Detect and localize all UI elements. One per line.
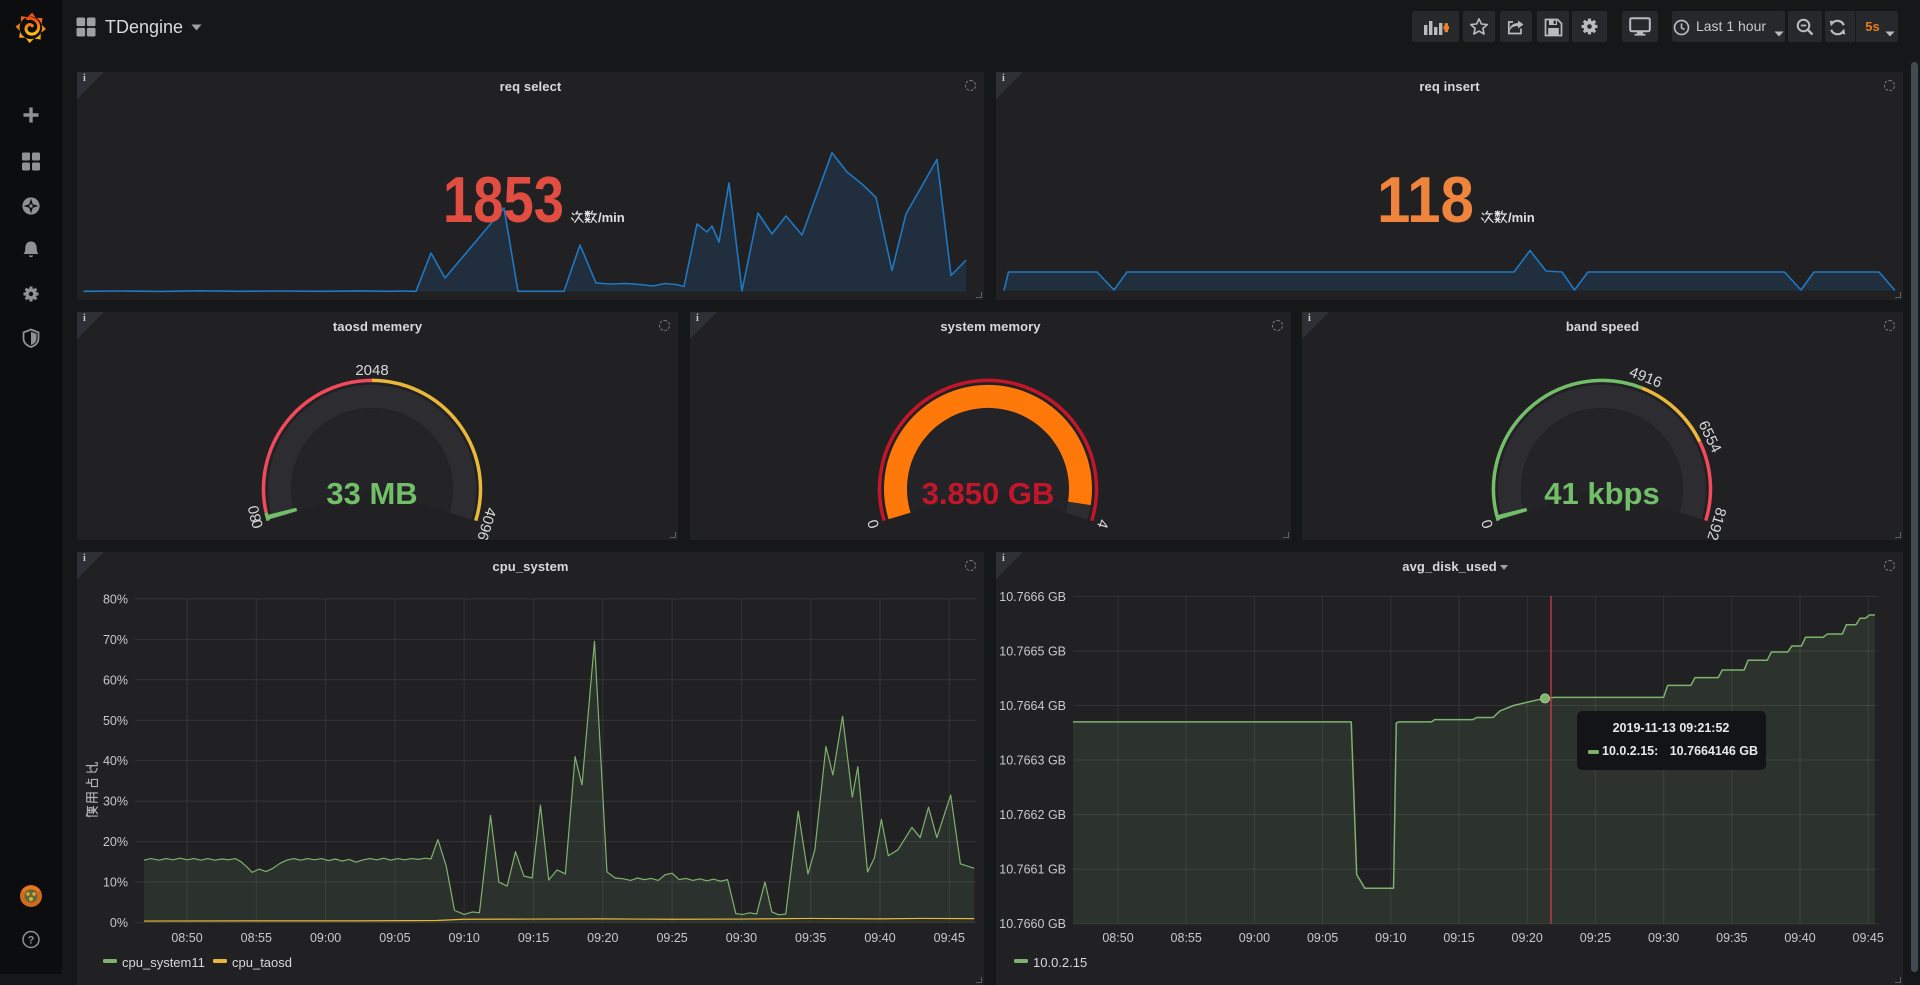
svg-text:4916: 4916 (1627, 363, 1664, 391)
svg-text:09:05: 09:05 (379, 931, 410, 945)
svg-text:09:25: 09:25 (1580, 931, 1611, 945)
svg-text:cpu_taosd: cpu_taosd (232, 955, 292, 970)
svg-text:70%: 70% (103, 632, 128, 646)
svg-text:3.850 GB: 3.850 GB (922, 475, 1055, 510)
svg-text:09:20: 09:20 (1512, 931, 1543, 945)
svg-text:09:25: 09:25 (656, 931, 687, 945)
svg-text:1853: 1853 (443, 163, 564, 236)
svg-text:09:35: 09:35 (1716, 931, 1747, 945)
svg-text:09:35: 09:35 (795, 931, 826, 945)
svg-text:?: ? (28, 935, 35, 947)
svg-text:08:50: 08:50 (171, 931, 202, 945)
svg-text:60%: 60% (103, 673, 128, 687)
svg-text:10.7664146 GB: 10.7664146 GB (1670, 744, 1758, 758)
svg-text:09:40: 09:40 (864, 931, 895, 945)
svg-text:10.0.2.15: 10.0.2.15 (1033, 955, 1087, 970)
svg-text:10.7665 GB: 10.7665 GB (999, 644, 1066, 658)
svg-text:0: 0 (1478, 517, 1497, 530)
svg-text:10.0.2.15:: 10.0.2.15: (1602, 744, 1658, 758)
svg-text:10.7660 GB: 10.7660 GB (999, 917, 1066, 931)
svg-text:08:55: 08:55 (1171, 931, 1202, 945)
svg-text:08:55: 08:55 (241, 931, 272, 945)
svg-text:118: 118 (1377, 163, 1474, 236)
svg-text:41 kbps: 41 kbps (1544, 475, 1659, 510)
svg-text:09:05: 09:05 (1307, 931, 1338, 945)
svg-text:4: 4 (1093, 517, 1112, 530)
svg-text:33 MB: 33 MB (326, 475, 417, 510)
svg-text:09:15: 09:15 (518, 931, 549, 945)
svg-text:/min: /min (598, 210, 625, 225)
svg-text:2019-11-13 09:21:52: 2019-11-13 09:21:52 (1613, 721, 1730, 735)
svg-text:09:10: 09:10 (1375, 931, 1406, 945)
svg-text:09:00: 09:00 (1239, 931, 1270, 945)
svg-text:09:45: 09:45 (934, 931, 965, 945)
svg-text:50%: 50% (103, 713, 128, 727)
svg-text:09:20: 09:20 (587, 931, 618, 945)
svg-text:10.7664 GB: 10.7664 GB (999, 699, 1066, 713)
svg-text:0: 0 (864, 517, 883, 530)
svg-text:2048: 2048 (355, 361, 388, 378)
svg-text:10.7666 GB: 10.7666 GB (999, 589, 1066, 603)
svg-text:09:30: 09:30 (1648, 931, 1679, 945)
svg-text:40%: 40% (103, 754, 128, 768)
svg-text:09:30: 09:30 (726, 931, 757, 945)
svg-text:10%: 10% (103, 875, 128, 889)
svg-text:0%: 0% (110, 916, 128, 930)
svg-text:80%: 80% (103, 592, 128, 606)
svg-text:20%: 20% (103, 835, 128, 849)
svg-text:09:15: 09:15 (1443, 931, 1474, 945)
svg-text:10.7661 GB: 10.7661 GB (999, 862, 1066, 876)
svg-text:09:45: 09:45 (1853, 931, 1884, 945)
svg-text:10.7662 GB: 10.7662 GB (999, 808, 1066, 822)
svg-text:09:10: 09:10 (449, 931, 480, 945)
svg-text:09:00: 09:00 (310, 931, 341, 945)
svg-text:30%: 30% (103, 794, 128, 808)
svg-text:08:50: 08:50 (1102, 931, 1133, 945)
svg-text:/min: /min (1508, 210, 1535, 225)
svg-text:10.7663 GB: 10.7663 GB (999, 753, 1066, 767)
svg-text:09:40: 09:40 (1784, 931, 1815, 945)
svg-text:80: 80 (245, 503, 265, 523)
svg-text:cpu_system11: cpu_system11 (122, 955, 205, 970)
